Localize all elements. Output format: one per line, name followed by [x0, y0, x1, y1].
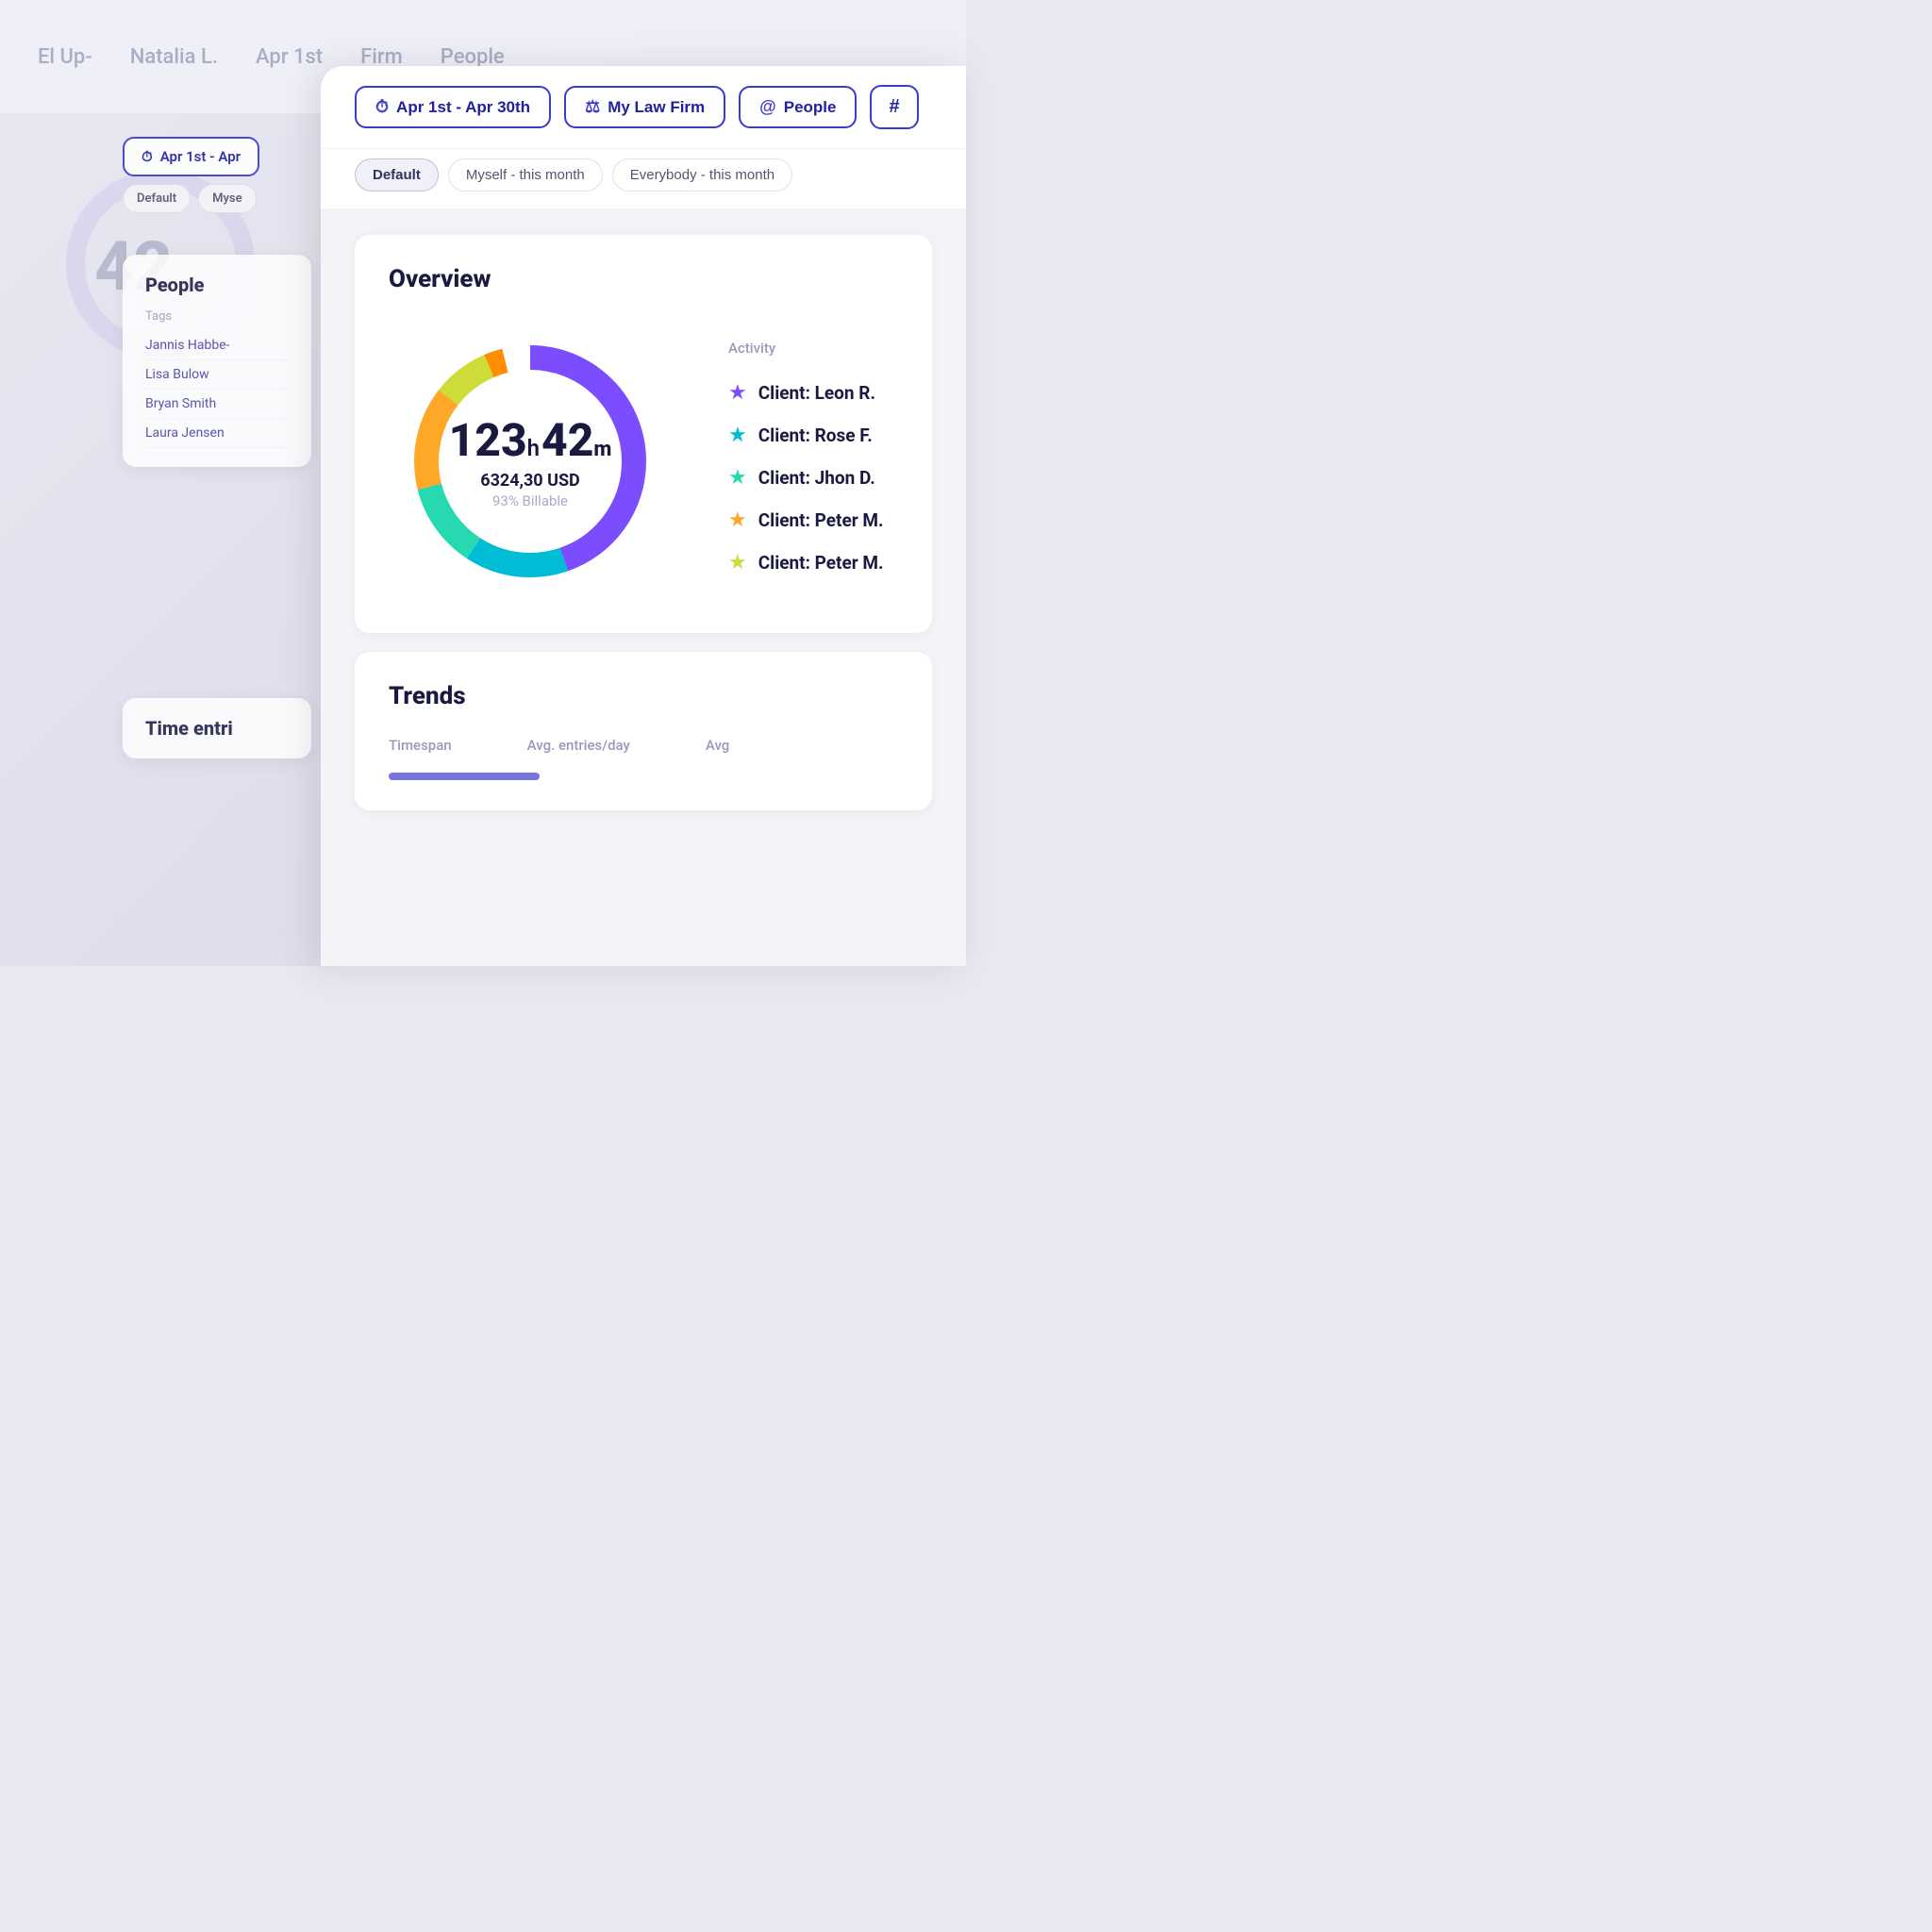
scales-icon: ⚖	[585, 97, 600, 117]
trends-avg-label: Avg. entries/day	[527, 737, 630, 754]
preset-default-label: Default	[373, 167, 421, 183]
bg-preset-default: Default	[123, 184, 191, 213]
preset-bar: Default Myself - this month Everybody - …	[321, 149, 966, 208]
bg-time-title: Time entri	[145, 717, 289, 740]
bg-clock-icon: ⏱	[142, 148, 153, 165]
activity-star-4: ★	[728, 551, 747, 575]
donut-hours-value: 123h	[449, 418, 540, 463]
preset-tab-myself[interactable]: Myself - this month	[448, 158, 603, 192]
filter-bar: ⏱ Apr 1st - Apr 30th ⚖ My Law Firm @ Peo…	[321, 66, 966, 149]
overview-body: 123h 42m 6324,30 USD 93% Billable Activi…	[389, 320, 898, 603]
activity-item-2: ★ Client: Jhon D.	[728, 457, 898, 499]
activity-star-2: ★	[728, 466, 747, 490]
background-date-bar: ⏱ Apr 1st - Apr	[123, 137, 259, 176]
bg-people-name-4: Laura Jensen	[145, 419, 289, 448]
date-range-label: Apr 1st - Apr 30th	[396, 98, 530, 117]
trends-card: Trends Timespan Avg. entries/day Avg	[355, 652, 932, 810]
donut-center: 123h 42m 6324,30 USD 93% Billable	[449, 413, 612, 509]
donut-chart: 123h 42m 6324,30 USD 93% Billable	[389, 320, 672, 603]
bg-people-name-2: Lisa Bulow	[145, 360, 289, 390]
donut-billable: 93% Billable	[449, 492, 612, 509]
trends-title: Trends	[389, 682, 898, 710]
bg-top-item-1: El Up-	[38, 45, 92, 69]
overview-card: Overview	[355, 235, 932, 633]
hours-unit: h	[527, 435, 540, 461]
preset-tab-default[interactable]: Default	[355, 158, 439, 192]
bg-people-title: People	[145, 274, 289, 296]
donut-usd: 6324,30 USD	[449, 471, 612, 491]
activity-name-1: Client: Rose F.	[758, 425, 873, 446]
activity-name-2: Client: Jhon D.	[758, 467, 875, 489]
bg-people-name-1: Jannis Habbe-	[145, 331, 289, 360]
activity-label: Activity	[728, 340, 898, 357]
hours-number: 123	[449, 413, 527, 467]
preset-myself-label: Myself - this month	[466, 167, 585, 183]
minutes-number: 42	[541, 413, 593, 467]
activity-star-1: ★	[728, 424, 747, 447]
preset-everybody-label: Everybody - this month	[630, 167, 774, 183]
bg-top-item-4: Firm	[360, 45, 403, 69]
people-label: People	[784, 98, 837, 117]
activity-item-1: ★ Client: Rose F.	[728, 414, 898, 457]
activity-item-3: ★ Client: Peter M.	[728, 499, 898, 541]
trends-bar	[389, 773, 540, 780]
bg-people-name-3: Bryan Smith	[145, 390, 289, 419]
minutes-unit: m	[593, 438, 611, 461]
hash-button[interactable]: #	[870, 85, 918, 129]
trends-avg2-label: Avg	[706, 737, 729, 754]
people-button[interactable]: @ People	[739, 86, 857, 128]
background-people-card: People Tags Jannis Habbe- Lisa Bulow Bry…	[123, 255, 311, 467]
trends-meta: Timespan Avg. entries/day Avg	[389, 737, 898, 754]
bg-people-tag-label: Tags	[145, 309, 289, 324]
activity-name-0: Client: Leon R.	[758, 382, 875, 404]
content-area: Overview	[321, 208, 966, 966]
activity-star-0: ★	[728, 381, 747, 405]
background-preset-tabs: Default Myse	[123, 184, 257, 213]
hash-icon: #	[889, 96, 899, 118]
firm-label: My Law Firm	[608, 98, 705, 117]
donut-mins-value: 42m	[541, 413, 611, 467]
bg-preset-myself: Myse	[198, 184, 257, 213]
date-range-button[interactable]: ⏱ Apr 1st - Apr 30th	[355, 86, 551, 128]
bg-top-item-5: People	[441, 45, 505, 69]
activity-name-3: Client: Peter M.	[758, 509, 884, 531]
firm-button[interactable]: ⚖ My Law Firm	[564, 86, 725, 128]
bg-top-item-3: Apr 1st	[256, 45, 323, 69]
bg-date-button: ⏱ Apr 1st - Apr	[123, 137, 259, 176]
preset-tab-everybody[interactable]: Everybody - this month	[612, 158, 792, 192]
bg-date-label: Apr 1st - Apr	[160, 148, 241, 165]
bg-top-item-2: Natalia L.	[130, 45, 218, 69]
background-time-card: Time entri	[123, 698, 311, 758]
trends-bar-placeholder	[389, 773, 898, 780]
activity-section: Activity ★ Client: Leon R. ★ Client: Ros…	[728, 340, 898, 584]
at-icon: @	[759, 97, 776, 117]
clock-icon: ⏱	[375, 97, 389, 117]
activity-star-3: ★	[728, 508, 747, 532]
overview-title: Overview	[389, 265, 898, 293]
activity-item-4: ★ Client: Peter M.	[728, 541, 898, 584]
activity-item-0: ★ Client: Leon R.	[728, 372, 898, 414]
trends-timespan-label: Timespan	[389, 737, 452, 754]
main-card: ⏱ Apr 1st - Apr 30th ⚖ My Law Firm @ Peo…	[321, 66, 966, 966]
activity-name-4: Client: Peter M.	[758, 552, 884, 574]
